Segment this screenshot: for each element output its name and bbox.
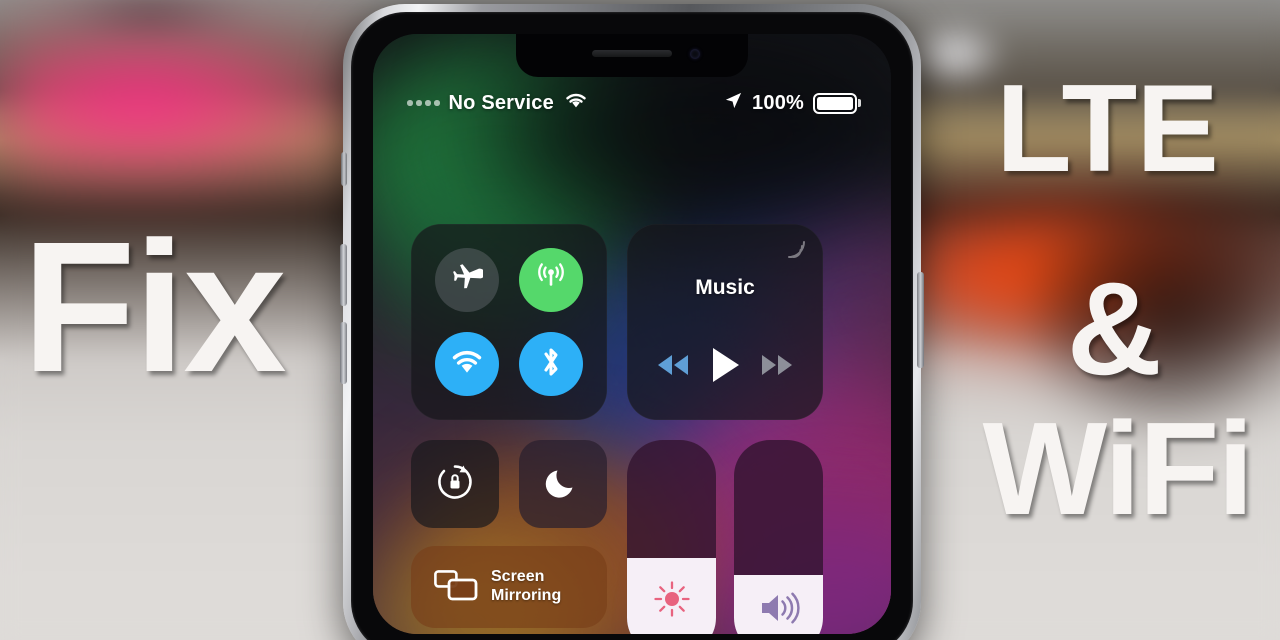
screen-mirroring-label-line2: Mirroring bbox=[491, 587, 562, 604]
volume-down-button[interactable] bbox=[340, 322, 347, 384]
background-object-dark bbox=[20, 0, 280, 50]
media-controls bbox=[627, 345, 823, 390]
screen-mirroring-label-line1: Screen bbox=[491, 568, 545, 586]
music-card[interactable]: Music bbox=[627, 224, 823, 420]
volume-icon bbox=[757, 591, 801, 634]
do-not-disturb-tile[interactable] bbox=[519, 440, 607, 528]
volume-slider-fill bbox=[734, 574, 823, 634]
volume-up-button[interactable] bbox=[340, 244, 347, 306]
brightness-slider[interactable] bbox=[627, 440, 716, 634]
signal-strength-icon bbox=[407, 100, 440, 106]
control-center: Music Screen Mirroring bbox=[373, 224, 891, 634]
brightness-icon bbox=[652, 579, 692, 632]
connectivity-card[interactable] bbox=[411, 224, 607, 420]
bluetooth-toggle[interactable] bbox=[519, 332, 583, 396]
airplay-icon[interactable] bbox=[785, 238, 807, 260]
fast-forward-button[interactable] bbox=[757, 352, 797, 383]
control-center-row-2: Screen Mirroring bbox=[411, 440, 853, 634]
overlay-title-ampersand: & bbox=[1066, 255, 1162, 402]
music-title: Music bbox=[695, 276, 755, 299]
airplane-mode-toggle[interactable] bbox=[435, 248, 499, 312]
cellular-antenna-icon bbox=[534, 261, 568, 300]
wifi-icon bbox=[449, 348, 485, 381]
wifi-toggle[interactable] bbox=[435, 332, 499, 396]
rotation-lock-icon bbox=[433, 460, 477, 509]
rewind-button[interactable] bbox=[653, 352, 693, 383]
status-bar: No Service 100% bbox=[373, 86, 891, 120]
overlay-title-fix: Fix bbox=[22, 204, 287, 411]
mute-switch-button[interactable] bbox=[341, 152, 347, 186]
phone-bezel: No Service 100% Music Screen Mirroring bbox=[351, 12, 913, 640]
moon-icon bbox=[543, 462, 583, 507]
phone-screen[interactable]: No Service 100% Music Screen Mirroring bbox=[373, 34, 891, 634]
screen-mirroring-label: Screen Mirroring bbox=[491, 568, 561, 605]
control-center-row-1: Music bbox=[411, 224, 853, 420]
rotation-lock-tile[interactable] bbox=[411, 440, 499, 528]
wifi-icon bbox=[563, 90, 589, 116]
power-button[interactable] bbox=[917, 272, 924, 368]
iphone-device: No Service 100% Music Screen Mirroring bbox=[340, 4, 924, 640]
battery-percent-label: 100% bbox=[752, 91, 804, 114]
screen-mirroring-tile[interactable]: Screen Mirroring bbox=[411, 546, 607, 628]
status-bar-left: No Service bbox=[407, 90, 589, 116]
location-arrow-icon bbox=[724, 91, 743, 116]
overlay-title-wifi: WiFi bbox=[982, 395, 1254, 542]
front-camera-icon bbox=[690, 49, 700, 59]
earpiece-speaker-icon bbox=[592, 50, 672, 57]
brightness-slider-fill bbox=[627, 557, 716, 634]
battery-fill bbox=[817, 96, 853, 110]
airplane-icon bbox=[451, 262, 485, 299]
screen-mirroring-icon bbox=[433, 568, 479, 607]
carrier-label: No Service bbox=[448, 91, 554, 114]
bluetooth-icon bbox=[539, 344, 563, 385]
play-button[interactable] bbox=[708, 345, 742, 390]
volume-slider[interactable] bbox=[734, 440, 823, 634]
sliders-group bbox=[627, 440, 823, 634]
battery-icon bbox=[813, 92, 857, 114]
quick-tiles bbox=[411, 440, 607, 528]
status-bar-right: 100% bbox=[724, 91, 857, 116]
overlay-title-lte: LTE bbox=[996, 60, 1219, 198]
notch bbox=[516, 34, 748, 77]
cellular-data-toggle[interactable] bbox=[519, 248, 583, 312]
control-center-left-column: Screen Mirroring bbox=[411, 440, 607, 628]
